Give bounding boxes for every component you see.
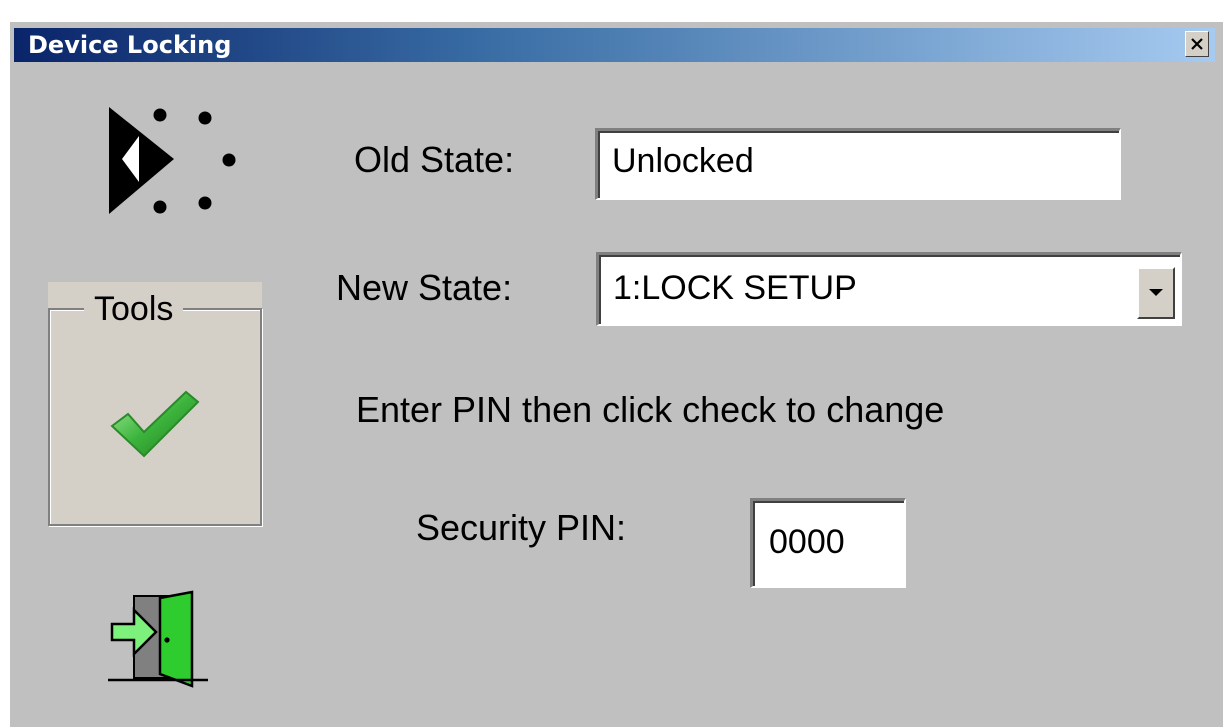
chevron-down-icon [1149,289,1163,296]
old-state-field: Unlocked [595,128,1121,200]
new-state-select[interactable]: 1:LOCK SETUP [596,252,1182,326]
instruction-text: Enter PIN then click check to change [356,389,945,430]
security-pin-label: Security PIN: [416,507,627,548]
new-state-dropdown-button[interactable] [1137,267,1175,319]
tools-legend: Tools [84,290,184,328]
title-bar: Device Locking [14,28,1215,62]
window-title: Device Locking [28,31,232,59]
new-state-label: New State: [336,267,513,308]
security-pin-value: 0000 [769,523,845,561]
old-state-value: Unlocked [612,142,754,180]
new-state-value: 1:LOCK SETUP [613,269,857,307]
close-button[interactable] [1185,31,1209,57]
exit-door-icon[interactable] [108,590,208,690]
tools-group: Tools [48,282,262,526]
close-x-icon [1191,38,1203,50]
green-checkmark-icon[interactable] [106,380,202,464]
bk-logo-icon [109,107,236,214]
security-pin-input[interactable]: 0000 [750,498,906,588]
old-state-label: Old State: [354,139,515,180]
